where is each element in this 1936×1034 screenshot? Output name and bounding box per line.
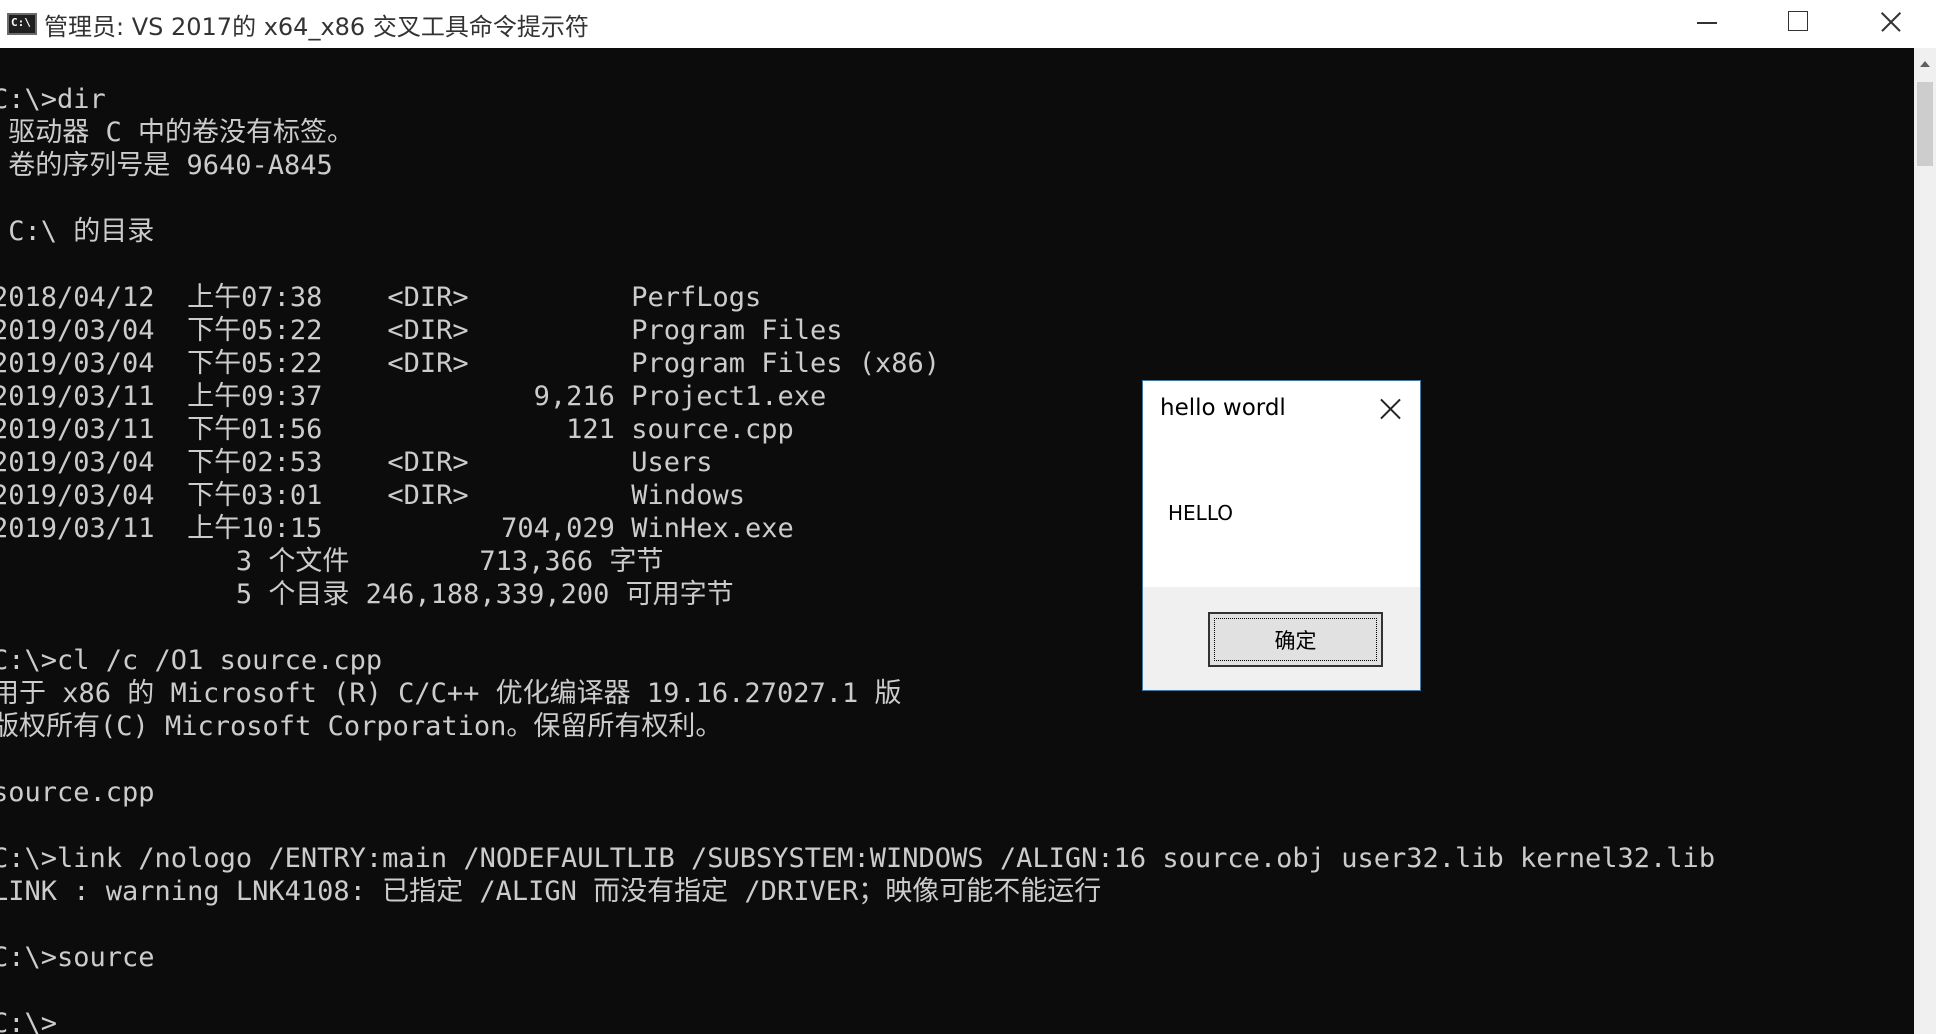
dialog-close-icon[interactable]	[1372, 391, 1408, 427]
console-line: 卷的序列号是 9640-A845	[0, 150, 333, 181]
dialog-footer: 确定	[1143, 587, 1420, 690]
console-line: 2018/04/12 上午07:38 <DIR> PerfLogs	[0, 282, 762, 313]
console-line: source.cpp	[0, 777, 155, 808]
message-box-dialog: hello wordl HELLO 确定	[1142, 380, 1421, 691]
dialog-message: HELLO	[1168, 501, 1233, 525]
console-line: 用于 x86 的 Microsoft (R) C/C++ 优化编译器 19.16…	[0, 678, 902, 709]
window-title: 管理员: VS 2017的 x64_x86 交叉工具命令提示符	[44, 12, 589, 41]
maximize-button[interactable]	[1752, 0, 1844, 48]
console-text: C:\>dir 驱动器 C 中的卷没有标签。 卷的序列号是 9640-A845 …	[0, 83, 1715, 1034]
console-line: C:\>link /nologo /ENTRY:main /NODEFAULTL…	[0, 843, 1716, 874]
scroll-thumb[interactable]	[1917, 82, 1933, 166]
console-line: 2019/03/11 上午10:15 704,029 WinHex.exe	[0, 513, 794, 544]
console-line: 版权所有(C) Microsoft Corporation。保留所有权利。	[0, 711, 723, 742]
console-line: 2019/03/11 上午09:37 9,216 Project1.exe	[0, 381, 827, 412]
console-line: C:\>source	[0, 942, 155, 973]
console-icon[interactable]	[7, 13, 37, 35]
close-button[interactable]	[1844, 0, 1936, 48]
console-line: 3 个文件 713,366 字节	[0, 546, 664, 577]
console-output[interactable]: C:\>dir 驱动器 C 中的卷没有标签。 卷的序列号是 9640-A845 …	[0, 48, 1914, 1034]
dialog-title: hello wordl	[1160, 395, 1286, 421]
ok-button-label: 确定	[1274, 628, 1317, 653]
vertical-scrollbar[interactable]	[1914, 48, 1936, 1034]
console-line: 2019/03/04 下午03:01 <DIR> Windows	[0, 480, 745, 511]
console-line: C:\>	[0, 1008, 58, 1034]
console-line: 5 个目录 246,188,339,200 可用字节	[0, 579, 734, 610]
scroll-up-arrow-icon[interactable]	[1914, 48, 1936, 80]
console-line: 驱动器 C 中的卷没有标签。	[0, 117, 355, 148]
minimize-button[interactable]	[1660, 0, 1752, 48]
console-line: C:\>dir	[0, 84, 106, 115]
console-line: C:\>cl /c /O1 source.cpp	[0, 645, 383, 676]
window-controls	[1660, 0, 1936, 48]
console-line: LINK : warning LNK4108: 已指定 /ALIGN 而没有指定…	[0, 876, 1102, 907]
console-line: 2019/03/04 下午05:22 <DIR> Program Files	[0, 315, 843, 346]
console-line: 2019/03/04 下午02:53 <DIR> Users	[0, 447, 713, 478]
console-line: C:\ 的目录	[0, 216, 155, 247]
ok-button[interactable]: 确定	[1208, 612, 1383, 667]
title-bar[interactable]: 管理员: VS 2017的 x64_x86 交叉工具命令提示符	[0, 0, 1936, 48]
console-window: 管理员: VS 2017的 x64_x86 交叉工具命令提示符 C:\>dir …	[0, 0, 1936, 1034]
console-line: 2019/03/04 下午05:22 <DIR> Program Files (…	[0, 348, 941, 379]
console-line: 2019/03/11 下午01:56 121 source.cpp	[0, 414, 794, 445]
